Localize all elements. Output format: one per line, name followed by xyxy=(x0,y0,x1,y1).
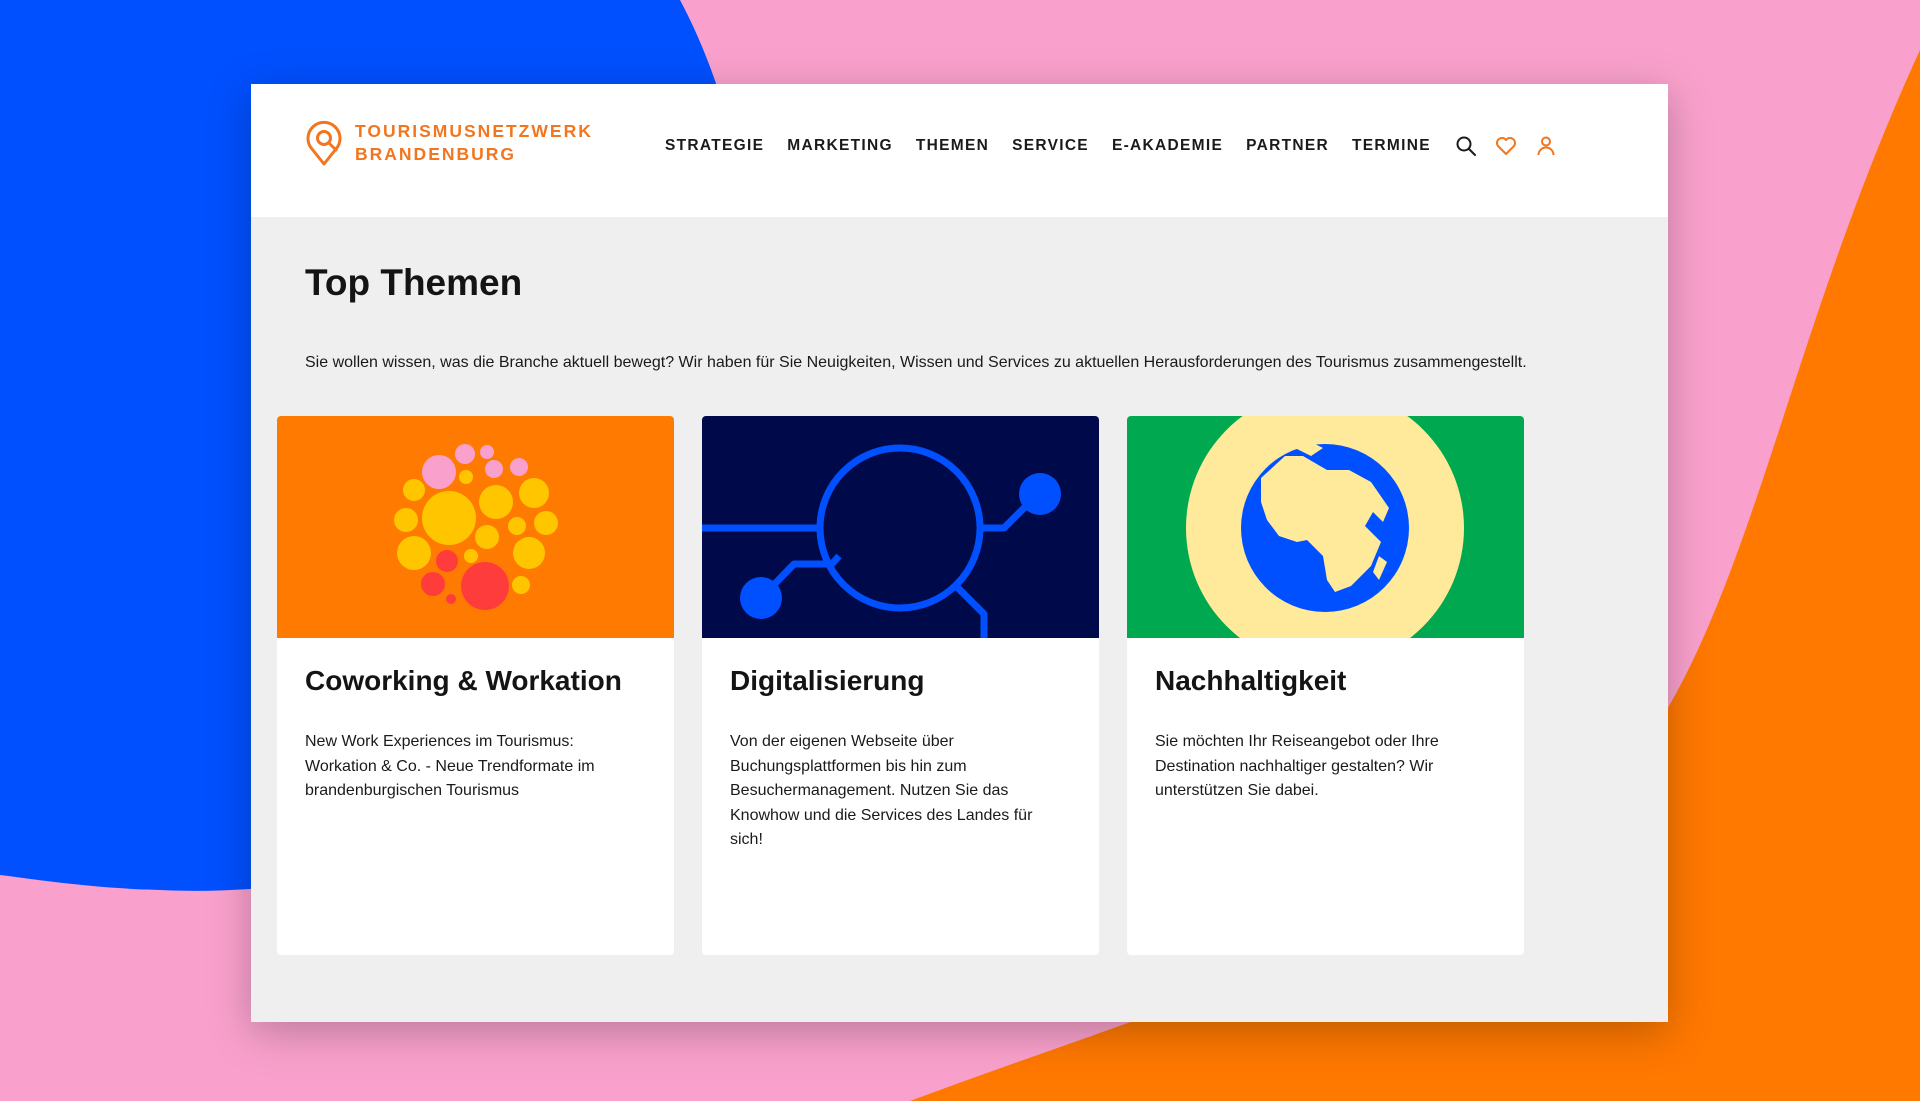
brand-name: TOURISMUSNETZWERK BRANDENBURG xyxy=(355,120,593,166)
search-icon[interactable] xyxy=(1454,134,1478,158)
brand-name-line1: TOURISMUSNETZWERK xyxy=(355,121,593,141)
nav-item-themen[interactable]: THEMEN xyxy=(916,137,989,155)
card-description: Sie möchten Ihr Reiseangebot oder Ihre D… xyxy=(1155,733,1439,799)
topic-card-nachhaltigkeit[interactable]: Nachhaltigkeit Sie möchten Ihr Reiseange… xyxy=(1127,416,1524,955)
card-title: Digitalisierung xyxy=(730,665,925,696)
website-frame: TOURISMUSNETZWERK BRANDENBURG STRATEGIE … xyxy=(251,84,1668,1022)
heart-icon[interactable] xyxy=(1494,134,1518,158)
coworking-illustration xyxy=(277,416,674,638)
brand-logo[interactable]: TOURISMUSNETZWERK BRANDENBURG xyxy=(305,119,593,167)
topic-card-coworking[interactable]: Coworking & Workation New Work Experienc… xyxy=(277,416,674,955)
user-icon[interactable] xyxy=(1534,134,1558,158)
page-title: Top Themen xyxy=(305,262,523,303)
card-title: Nachhaltigkeit xyxy=(1155,665,1347,696)
main-navigation: STRATEGIE MARKETING THEMEN SERVICE E-AKA… xyxy=(665,134,1574,158)
card-description: New Work Experiences im Tourismus: Worka… xyxy=(305,733,595,799)
nav-item-marketing[interactable]: MARKETING xyxy=(787,137,893,155)
nav-item-service[interactable]: SERVICE xyxy=(1012,137,1089,155)
location-pin-logo-icon xyxy=(306,120,342,166)
brand-name-line2: BRANDENBURG xyxy=(355,144,517,164)
topic-card-digitalisierung[interactable]: Digitalisierung Von der eigenen Webseite… xyxy=(702,416,1099,955)
site-header: TOURISMUSNETZWERK BRANDENBURG STRATEGIE … xyxy=(251,84,1668,217)
nav-item-e-akademie[interactable]: E-AKADEMIE xyxy=(1112,137,1223,155)
card-title: Coworking & Workation xyxy=(305,665,622,696)
nav-item-partner[interactable]: PARTNER xyxy=(1246,137,1329,155)
card-description: Von der eigenen Webseite über Buchungspl… xyxy=(730,733,1033,848)
nav-item-termine[interactable]: TERMINE xyxy=(1352,137,1431,155)
nav-item-strategie[interactable]: STRATEGIE xyxy=(665,137,764,155)
nachhaltigkeit-illustration xyxy=(1127,416,1524,638)
header-icons xyxy=(1454,134,1574,158)
digitalisierung-illustration xyxy=(702,416,1099,638)
page-intro-text: Sie wollen wissen, was die Branche aktue… xyxy=(305,354,1527,371)
